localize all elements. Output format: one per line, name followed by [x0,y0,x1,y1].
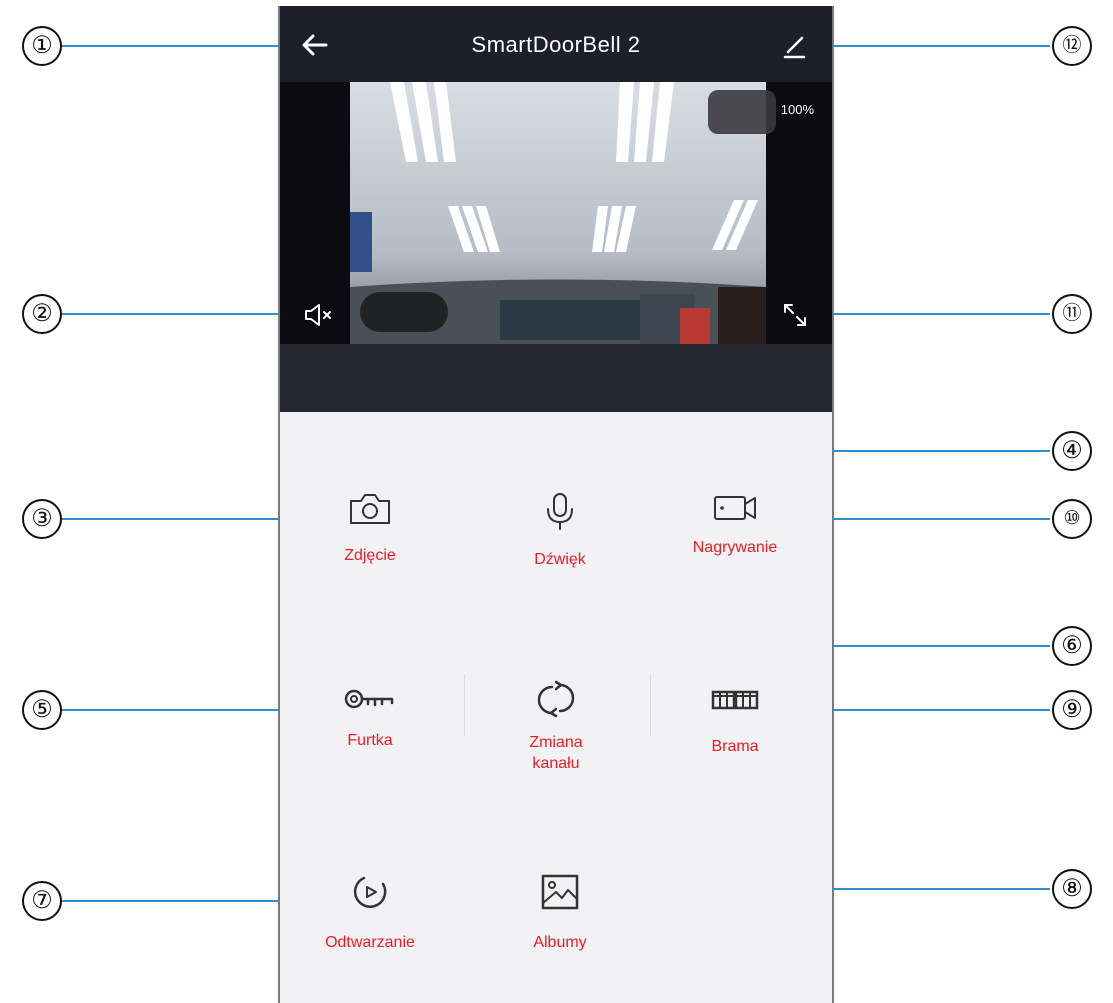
edit-button[interactable] [780,32,808,60]
callout-12: ⑫ [1052,26,1092,66]
divider [650,674,651,736]
record-label: Nagrywanie [692,539,778,556]
callout-line-7 [62,900,294,902]
callout-line-5 [62,709,294,711]
playback-label: Odtwarzanie [325,934,415,951]
fullscreen-button[interactable] [782,302,808,328]
albums-button[interactable]: Albumy [480,872,640,953]
record-button[interactable]: Nagrywanie [655,491,815,558]
sound-label: Dźwięk [534,551,586,568]
channel-switch-label: Zmiana kanału [529,734,583,772]
top-bar: SmartDoorBell 2 [280,6,832,82]
main-gate-button[interactable]: Brama [655,684,815,757]
video-camera-icon [714,496,756,520]
callout-7: ⑦ [22,881,62,921]
callout-3: ③ [22,499,62,539]
callout-2: ② [22,294,62,334]
divider [464,674,465,736]
callout-11: ⑪ [1052,294,1092,334]
gate-icon [711,690,759,710]
photo-button[interactable]: Zdjęcie [290,491,450,566]
callout-line-2 [62,313,282,315]
status-overlay [360,292,448,332]
callout-line-11 [822,313,1050,315]
expand-icon [784,304,806,326]
microphone-icon [547,493,573,530]
callout-8: ⑧ [1052,869,1092,909]
channel-switch-button[interactable]: Zmiana kanału [476,678,636,774]
page-title: SmartDoorBell 2 [471,32,641,57]
switch-channel-icon [537,680,575,718]
mute-button[interactable] [302,300,336,330]
callout-10: ⑩ [1052,499,1092,539]
playback-icon [353,876,387,908]
callout-5: ⑤ [22,690,62,730]
callout-6: ⑥ [1052,626,1092,666]
callout-line-1 [62,45,288,47]
albums-label: Albumy [533,934,587,951]
pencil-icon [783,36,806,59]
playback-button[interactable]: Odtwarzanie [290,872,450,953]
speaker-muted-icon [305,304,331,326]
callout-line-12 [822,45,1050,47]
zoom-label: 100% [780,102,814,117]
video-panel: 100% [280,82,832,412]
image-icon [541,874,579,910]
callout-4: ④ [1052,431,1092,471]
zoom-indicator [708,90,776,134]
gate-button[interactable]: Furtka [290,684,450,751]
callout-line-9 [832,709,1050,711]
callout-line-10 [820,518,1050,520]
gate-label: Furtka [347,732,393,749]
key-icon [344,689,394,709]
main-gate-label: Brama [711,738,759,755]
app-screen: SmartDoorBell 2 100% Zdjęcie Dźwięk Nagr… [278,6,834,1003]
camera-icon [350,494,390,524]
sound-button[interactable]: Dźwięk [480,491,640,570]
photo-label: Zdjęcie [344,547,396,564]
callout-9: ⑨ [1052,690,1092,730]
callout-1: ① [22,26,62,66]
